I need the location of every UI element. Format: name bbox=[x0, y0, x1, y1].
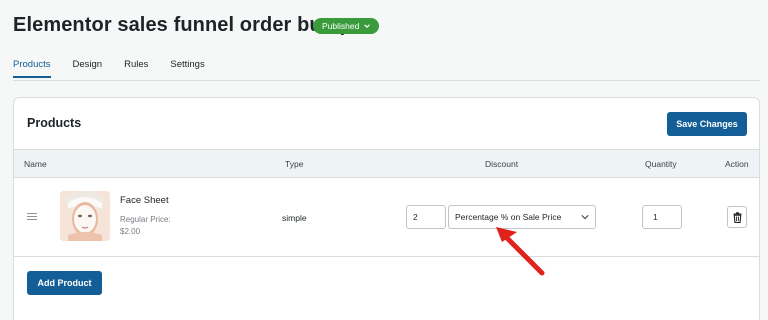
column-header-type: Type bbox=[285, 159, 304, 169]
status-label: Published bbox=[322, 21, 360, 31]
chevron-down-icon bbox=[364, 24, 371, 28]
tab-rules[interactable]: Rules bbox=[124, 59, 148, 78]
column-header-action: Action bbox=[725, 159, 749, 169]
product-type: simple bbox=[282, 213, 307, 223]
products-card: Products Save Changes Name Type Discount… bbox=[13, 97, 760, 320]
column-header-quantity: Quantity bbox=[645, 159, 677, 169]
regular-price-label: Regular Price: bbox=[120, 215, 171, 224]
card-title: Products bbox=[27, 116, 82, 130]
tab-design[interactable]: Design bbox=[73, 59, 103, 78]
drag-handle-icon[interactable] bbox=[27, 213, 37, 221]
tab-bar: Products Design Rules Settings bbox=[13, 59, 227, 78]
trash-icon bbox=[733, 211, 741, 223]
table-row: Face Sheet Regular Price: $2.00 simple P… bbox=[14, 178, 759, 257]
quantity-input[interactable] bbox=[642, 205, 682, 229]
page-title: Elementor sales funnel order bump bbox=[13, 14, 352, 36]
tabs-divider bbox=[13, 80, 760, 81]
discount-type-value: Percentage % on Sale Price bbox=[455, 212, 562, 222]
add-product-button[interactable]: Add Product bbox=[27, 271, 102, 295]
discount-type-select[interactable]: Percentage % on Sale Price bbox=[448, 205, 596, 229]
column-header-name: Name bbox=[24, 159, 47, 169]
regular-price-value: $2.00 bbox=[120, 227, 141, 236]
tab-settings[interactable]: Settings bbox=[170, 59, 204, 78]
product-name[interactable]: Face Sheet bbox=[120, 195, 169, 206]
tab-products[interactable]: Products bbox=[13, 59, 51, 78]
table-header: Name Type Discount Quantity Action bbox=[14, 149, 759, 178]
save-changes-button[interactable]: Save Changes bbox=[667, 112, 747, 136]
discount-amount-input[interactable] bbox=[406, 205, 446, 229]
chevron-down-icon bbox=[581, 215, 589, 220]
page: Elementor sales funnel order bump Publis… bbox=[0, 0, 768, 320]
status-badge[interactable]: Published bbox=[313, 18, 380, 34]
column-header-discount: Discount bbox=[485, 159, 519, 169]
delete-button[interactable] bbox=[727, 206, 747, 228]
product-thumbnail bbox=[60, 191, 110, 241]
